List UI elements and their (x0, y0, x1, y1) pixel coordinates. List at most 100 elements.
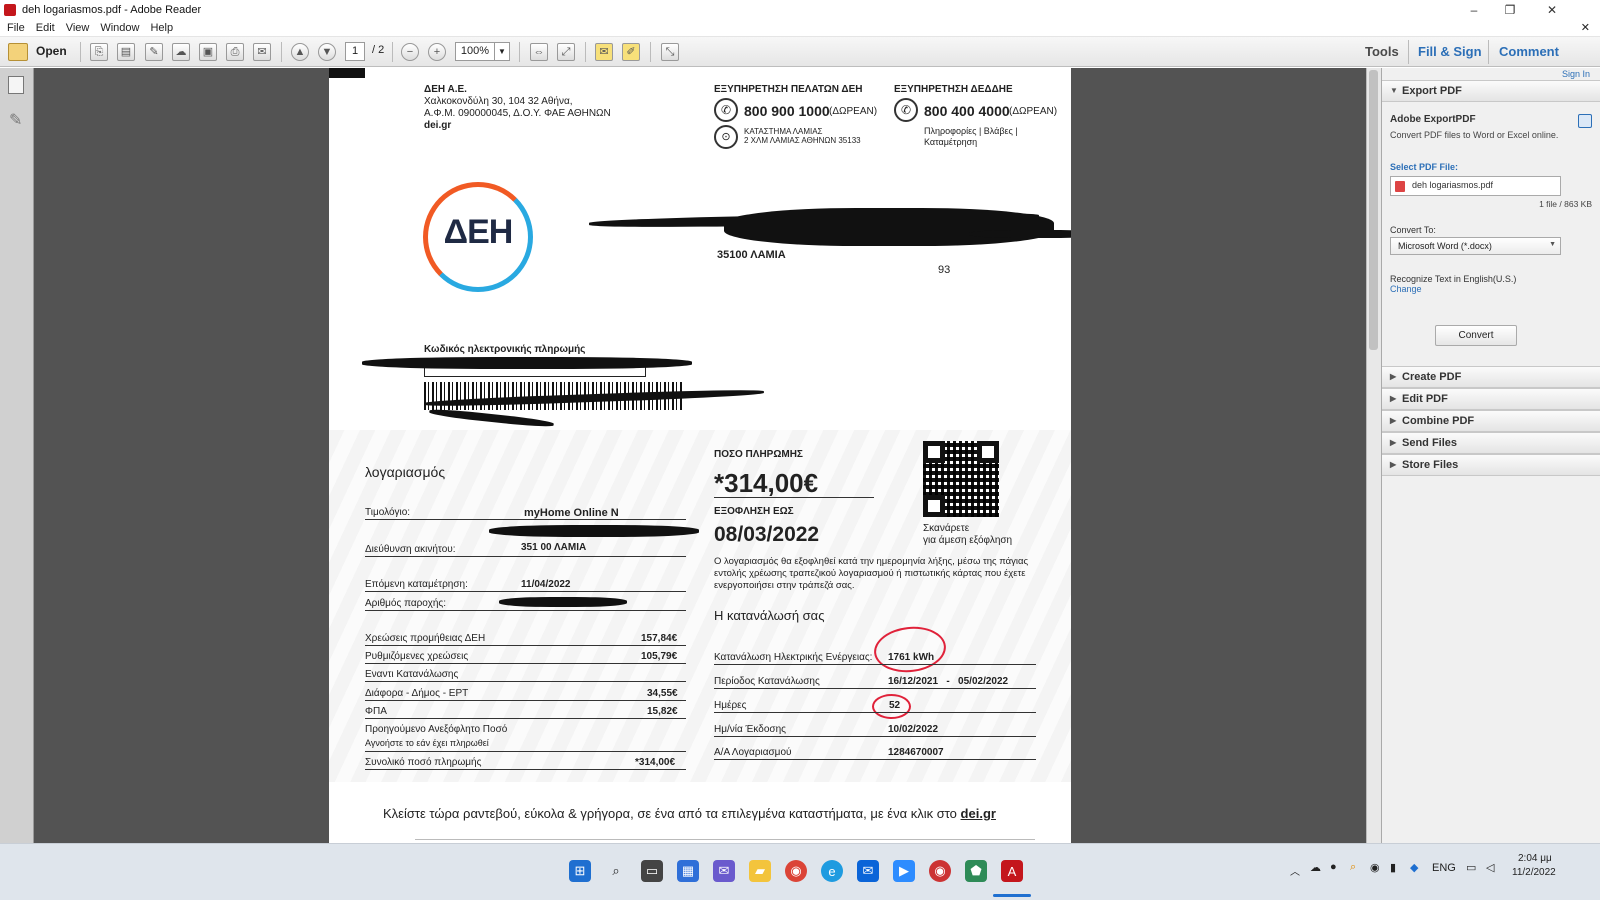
save-icon[interactable]: ▣ (199, 43, 217, 61)
store-files-section[interactable]: ▶ Store Files (1382, 454, 1600, 476)
footer-link[interactable]: dei.gr (961, 806, 996, 821)
sign-in-link[interactable]: Sign In (1562, 69, 1590, 79)
chevron-up-icon[interactable]: ︿ (1290, 863, 1300, 878)
separator (281, 42, 282, 62)
close-button[interactable]: ✕ (1534, 0, 1570, 20)
redaction-scribble (428, 407, 555, 429)
usb-icon[interactable]: ▮ (1390, 861, 1396, 874)
export-pdf-header[interactable]: ▼ Export PDF (1382, 80, 1600, 102)
triangle-right-icon: ▶ (1390, 372, 1397, 381)
fit-page-icon[interactable]: ⤢ (557, 43, 575, 61)
zoom-out-icon[interactable]: − (401, 43, 419, 61)
zoom-input[interactable]: 100% (455, 42, 495, 61)
combine-pdf-label: Combine PDF (1402, 415, 1475, 427)
separator (1408, 40, 1409, 64)
separator (650, 42, 651, 62)
zoom-in-icon[interactable]: + (428, 43, 446, 61)
zoom-app-icon[interactable]: ▶ (893, 860, 915, 882)
menu-file[interactable]: File (7, 22, 25, 34)
onedrive-icon[interactable]: ☁ (1310, 861, 1321, 874)
minimize-button[interactable]: – (1456, 0, 1492, 20)
adobe-reader-taskbar-icon[interactable]: A (1001, 860, 1023, 882)
print-icon[interactable]: ⎙ (226, 43, 244, 61)
tray-app-icon[interactable]: ◉ (1370, 861, 1380, 874)
comment-tab[interactable]: Comment (1499, 44, 1559, 59)
convert-button[interactable]: Convert (1435, 325, 1517, 346)
qr-note-2: για άμεση εξόφληση (923, 535, 1013, 546)
edge-icon[interactable]: e (821, 860, 843, 882)
section-title: λογαριασμός (365, 464, 446, 480)
fill-sign-tab[interactable]: Fill & Sign (1418, 44, 1482, 59)
zoom-dropdown-icon[interactable]: ▼ (494, 42, 510, 61)
menu-edit[interactable]: Edit (36, 22, 55, 34)
create-pdf-icon[interactable]: ⎘ (90, 43, 108, 61)
service-title-deh: ΕΞΥΠΗΡΕΤΗΣΗ ΠΕΛΑΤΩΝ ΔΕΗ (714, 84, 863, 95)
attachment-icon[interactable]: ✎ (9, 110, 22, 130)
menu-view[interactable]: View (66, 22, 90, 34)
chat-icon[interactable]: ✉ (713, 860, 735, 882)
charge-value: 157,84€ (641, 633, 678, 644)
app-icon[interactable]: ⬟ (965, 860, 987, 882)
folder-open-icon[interactable] (8, 43, 28, 61)
tariff-value: myHome Online N (524, 507, 619, 519)
previous-page-icon[interactable]: ▲ (291, 43, 309, 61)
edit-icon[interactable]: ✎ (145, 43, 163, 61)
network-icon[interactable]: ▭ (1466, 861, 1476, 874)
supply-number-label: Αριθμός παροχής: (365, 598, 446, 609)
address-label: Διεύθυνση ακινήτου: (365, 544, 456, 555)
windows-start-icon[interactable]: ⊞ (569, 860, 591, 882)
language-indicator[interactable]: ENG (1432, 862, 1456, 874)
file-explorer-icon[interactable]: ▰ (749, 860, 771, 882)
clock-time[interactable]: 2:04 μμ (1518, 853, 1552, 864)
convert-format-select[interactable]: Microsoft Word (*.docx) ▼ (1390, 237, 1561, 255)
selected-format: Microsoft Word (*.docx) (1398, 241, 1492, 251)
combine-pdf-section[interactable]: ▶ Combine PDF (1382, 410, 1600, 432)
open-button[interactable]: Open (36, 44, 67, 58)
logo-text: ΔΕΗ (443, 213, 514, 251)
chrome-icon[interactable]: ◉ (785, 860, 807, 882)
qr-note: Σκανάρετε (923, 523, 970, 534)
fit-width-icon[interactable]: ⇔ (530, 43, 548, 61)
send-files-section[interactable]: ▶ Send Files (1382, 432, 1600, 454)
highlight-icon[interactable]: ✐ (622, 43, 640, 61)
footer-message: Κλείστε τώρα ραντεβού, εύκολα & γρήγορα,… (383, 806, 957, 821)
volume-icon[interactable]: ◁ (1486, 861, 1494, 874)
service-phone-deh: 800 900 1000 (744, 103, 830, 119)
tray-app-icon[interactable]: ● (1330, 861, 1337, 873)
document-close-button[interactable]: ✕ (1581, 21, 1590, 34)
comment-icon[interactable]: ✉ (595, 43, 613, 61)
divider (714, 759, 1036, 760)
scrollbar-thumb[interactable] (1369, 70, 1378, 350)
page-number-input[interactable]: 1 (345, 42, 365, 61)
mail-icon[interactable]: ✉ (857, 860, 879, 882)
tools-tab[interactable]: Tools (1365, 44, 1399, 59)
pdf-export-icon[interactable]: ▤ (117, 43, 135, 61)
restore-button[interactable]: ❐ (1492, 0, 1528, 20)
divider (714, 497, 874, 498)
next-page-icon[interactable]: ▼ (318, 43, 336, 61)
change-language-link[interactable]: Change (1390, 284, 1422, 294)
task-view-icon[interactable]: ▭ (641, 860, 663, 882)
selected-file-field[interactable]: deh logariasmos.pdf (1390, 176, 1561, 196)
total-label: Συνολικό ποσό πληρωμής (365, 757, 482, 768)
cloud-upload-icon[interactable]: ☁ (172, 43, 190, 61)
edit-pdf-section[interactable]: ▶ Edit PDF (1382, 388, 1600, 410)
active-app-indicator (993, 894, 1031, 897)
menu-window[interactable]: Window (100, 22, 139, 34)
navigation-pane: ✎ (0, 68, 34, 843)
menu-help[interactable]: Help (150, 22, 173, 34)
chrome-profile-icon[interactable]: ◉ (929, 860, 951, 882)
search-icon[interactable]: ⌕ (605, 860, 627, 882)
charge-value: 105,79€ (641, 651, 678, 662)
recipient-number: 93 (938, 264, 951, 276)
tray-app-icon[interactable]: ◆ (1410, 861, 1418, 874)
fullscreen-icon[interactable]: ⤡ (661, 43, 679, 61)
file-count: 1 file / 863 KB (1539, 199, 1592, 209)
convert-to-label: Convert To: (1390, 225, 1436, 235)
tray-app-icon[interactable]: ⌕ (1350, 861, 1356, 874)
clock-date[interactable]: 11/2/2022 (1512, 867, 1556, 878)
email-icon[interactable]: ✉ (253, 43, 271, 61)
create-pdf-section[interactable]: ▶ Create PDF (1382, 366, 1600, 388)
pages-icon[interactable] (8, 76, 24, 94)
widgets-icon[interactable]: ▦ (677, 860, 699, 882)
